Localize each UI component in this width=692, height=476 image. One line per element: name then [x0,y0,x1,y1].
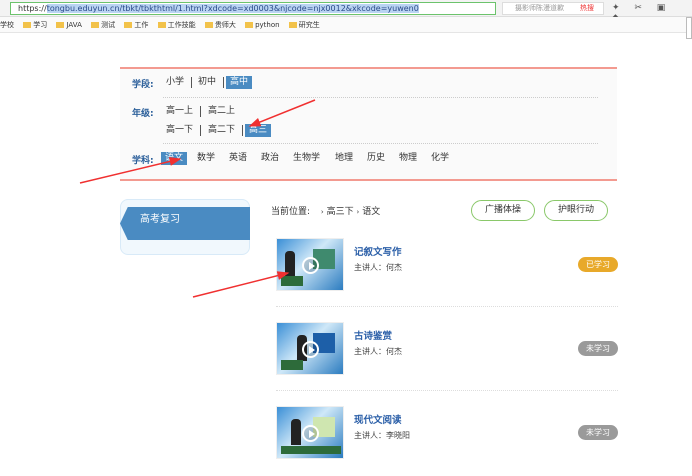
grade-option[interactable]: 高二下 [204,124,239,137]
subject-option-selected[interactable]: 语文 [161,152,188,165]
folder-icon [56,22,65,28]
hot-search-label[interactable]: 热搜 [580,2,594,15]
lesson-title[interactable]: 记叙文写作 [354,244,402,258]
subject-option[interactable]: 历史 [363,152,389,165]
address-bar[interactable]: https://tongbu.eduyun.cn/tbkt/tbkthtml/1… [10,2,496,15]
bookmark-folder[interactable]: 贵师大 [204,17,236,33]
bookmark-folder[interactable]: 工作 [124,17,148,33]
subject-option[interactable]: 地理 [331,152,357,165]
subject-option[interactable]: 政治 [257,152,283,165]
grade-option[interactable]: 高二上 [204,105,239,118]
status-badge: 已学习 [578,257,618,272]
folder-icon [124,22,133,28]
grade-option[interactable]: 高一下 [162,124,197,137]
eye-protection-button[interactable]: 护眼行动 [544,200,608,221]
subject-option[interactable]: 英语 [225,152,251,165]
bookmark-label: 测试 [101,21,116,29]
play-icon[interactable] [302,425,319,442]
bookmark-label: 研究生 [298,21,320,29]
folder-icon [91,22,100,28]
folder-icon [157,22,166,28]
bookmark-label: JAVA [66,21,82,29]
video-thumbnail[interactable] [276,238,344,291]
folder-icon [204,22,213,28]
bookmarks-bar: 学校 学习 JAVA 测试 工作 工作技能 贵师大 python 研究生 [0,17,692,33]
stage-option[interactable]: 初中 [194,76,220,89]
folder-icon [288,22,297,28]
divider [276,306,618,307]
bookmark-folder[interactable]: 测试 [91,17,115,33]
broadcast-exercise-button[interactable]: 广播体操 [471,200,535,221]
grade-option[interactable]: 高一上 [162,105,197,118]
chevron-right-icon: › [320,208,324,216]
subject-option[interactable]: 物理 [395,152,421,165]
bookmark[interactable]: 学校 [0,17,14,33]
bookmark-label: 工作技能 [167,21,196,29]
bookmark-folder[interactable]: python [245,17,280,33]
filter-panel: 学段: 小学 初中 高中 年级: 高一上 高二上 高一下 高二下 高三 学科: … [120,67,617,181]
stage-option-selected[interactable]: 高中 [226,76,253,89]
lesson-title[interactable]: 现代文阅读 [354,412,402,426]
bookmark-label: python [255,21,280,29]
status-badge: 未学习 [578,341,618,356]
subject-label: 学科: [132,156,154,166]
subject-option[interactable]: 化学 [427,152,453,165]
video-thumbnail[interactable] [276,322,344,375]
chevron-right-icon: › [356,208,360,216]
grade-label: 年级: [132,109,154,119]
bookmark-folder[interactable]: 工作技能 [157,17,196,33]
subject-option[interactable]: 数学 [193,152,219,165]
breadcrumb: 当前位置: › 高三下 › 语文 [271,204,380,217]
lesson-speaker: 主讲人：何杰 [354,347,402,356]
bookmark-label: 学习 [33,21,48,29]
breadcrumb-label: 当前位置: [271,207,311,217]
breadcrumb-item[interactable]: 高三下 [327,207,354,217]
lesson-item[interactable]: 古诗鉴赏 主讲人：何杰 未学习 [276,322,618,392]
folder-icon [245,22,254,28]
browser-toolbar: https://tongbu.eduyun.cn/tbkt/tbkthtml/1… [0,0,692,23]
divider [276,390,618,391]
stage-option[interactable]: 小学 [162,76,188,89]
grade-option-selected[interactable]: 高三 [245,124,272,137]
subject-option[interactable]: 生物学 [289,152,324,165]
play-icon[interactable] [302,341,319,358]
play-icon[interactable] [302,257,319,274]
lesson-item[interactable]: 现代文阅读 主讲人：李晓阳 未学习 [276,406,618,476]
lesson-title[interactable]: 古诗鉴赏 [354,328,392,342]
annotation-arrow [192,271,290,298]
status-badge: 未学习 [578,425,618,440]
lesson-speaker: 主讲人：何杰 [354,263,402,272]
url-text: tongbu.eduyun.cn/tbkt/tbkthtml/1.html?xd… [46,4,419,13]
lesson-item[interactable]: 记叙文写作 主讲人：何杰 已学习 [276,238,618,308]
stage-label: 学段: [132,80,154,90]
folder-icon [23,22,32,28]
url-prefix: https:// [18,4,47,13]
bookmark-folder[interactable]: 学习 [23,17,47,33]
video-thumbnail[interactable] [276,406,344,459]
bookmark-label: 工作 [134,21,149,29]
side-panel-handle[interactable] [686,17,692,39]
bookmark-label: 贵师大 [214,21,236,29]
breadcrumb-item[interactable]: 语文 [362,207,380,217]
lesson-speaker: 主讲人：李晓阳 [354,431,410,440]
bookmark-folder[interactable]: 研究生 [288,17,320,33]
sidebar-item-gaokao-review[interactable]: 高考复习 [120,207,250,240]
bookmark-folder[interactable]: JAVA [56,17,82,33]
